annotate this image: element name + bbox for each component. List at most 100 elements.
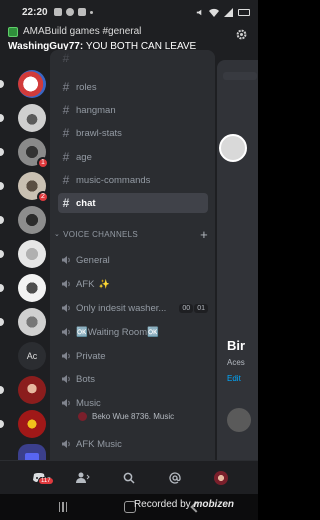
nav-search[interactable] [120,469,138,487]
server-icon[interactable]: Ac [18,342,46,370]
nav-mentions[interactable] [166,469,184,487]
voice-channel-item[interactable]: 🆗Waiting Room🆗 [58,322,208,342]
server-avatar [18,274,46,302]
message-placeholder [223,72,257,80]
nav-profile[interactable] [212,469,230,487]
voice-channel-item[interactable]: AFK ✨ [58,274,208,294]
speaker-icon [58,279,74,289]
speaker-icon [58,374,74,384]
channel-name: General [76,254,110,266]
hash-icon: # [62,150,70,164]
channel-list: # # roles # hangman # brawl-stats # age … [50,50,215,460]
notification-source: AMABuild games #general [23,26,142,37]
unread-indicator [0,386,4,394]
server-avatar [18,206,46,234]
server-avatar: Ac [18,342,46,370]
unread-indicator [0,216,4,224]
channel-item[interactable]: # roles [58,77,208,97]
server-icon[interactable] [0,308,46,336]
unread-indicator [0,114,4,122]
channel-name: 🆗Waiting Room🆗 [76,326,159,338]
channel-item[interactable]: # age [58,147,208,167]
speaker-icon [58,303,74,313]
hash-icon: # [62,173,70,187]
watermark-prefix: Recorded by [133,499,191,510]
voice-category-header[interactable]: ⌄ VOICE CHANNELS + [54,226,212,242]
channel-name: Private [76,350,106,362]
server-icon[interactable] [0,240,46,268]
watermark-brand: mobizen [193,499,234,510]
voice-channel-item[interactable]: AFK Music [58,434,208,454]
mute-icon [196,9,202,15]
unread-indicator [0,284,4,292]
list-fade [50,50,215,72]
channel-item[interactable]: # hangman [58,100,208,120]
voice-member[interactable]: Beko Wue 8736. Music [78,412,174,421]
chat-preview-panel[interactable]: Bir Aces Edit [217,60,258,460]
mention-badge: 2 [37,191,49,203]
server-icon[interactable] [0,410,46,438]
voice-channel-item[interactable]: Only indesit washer... 00 01 [58,298,208,318]
preview-title: Bir [227,338,246,353]
unread-indicator [0,250,4,258]
speaker-icon [58,439,74,449]
hash-icon: # [62,126,70,140]
speaker-icon [58,327,74,337]
voice-channel-item[interactable]: Private [58,346,208,366]
recent-apps-button[interactable] [58,502,68,512]
status-bar: 22:20 [0,0,258,24]
server-icon[interactable] [0,104,46,132]
server-icon[interactable] [0,70,46,98]
speaker-icon [58,351,74,361]
server-icon[interactable]: 1 [0,138,49,169]
category-label: VOICE CHANNELS [63,229,139,239]
server-avatar [18,308,46,336]
nav-home[interactable]: 117 [30,469,54,487]
server-avatar [18,410,46,438]
channel-name: Bots [76,373,96,385]
hash-icon: # [62,80,70,94]
friends-icon [76,472,90,483]
channel-item[interactable]: # brawl-stats [58,123,208,143]
discord-mobile-screen: 22:20 AMABuild games #general WashingGuy… [0,0,258,520]
sparkle-emoji: ✨ [98,278,110,289]
server-avatar [18,70,46,98]
server-avatar [18,104,46,132]
channel-item-active[interactable]: # chat [58,193,208,213]
unread-indicator [0,420,4,428]
status-right-icons [195,7,250,17]
nav-friends[interactable] [74,469,92,487]
preview-link[interactable]: Edit [227,374,241,383]
wifi-icon [209,8,219,17]
voice-channel-item[interactable]: Music [58,393,208,413]
voice-channel-item[interactable]: Bots [58,369,208,389]
mention-badge: 117 [38,477,54,485]
voice-channel-item[interactable]: General [58,250,208,270]
server-icon[interactable] [0,206,46,234]
preview-subtitle: Aces [227,358,245,367]
avatar [78,412,87,421]
channel-name: chat [76,197,96,209]
server-icon[interactable] [0,274,46,302]
channel-name: Music [76,397,101,409]
channel-name: age [76,151,92,163]
unread-indicator [0,80,4,88]
member-name: Beko Wue 8736. Music [92,412,175,421]
add-channel-icon[interactable]: + [200,227,208,242]
user-limit-counter: 00 01 [179,303,208,313]
discord-icon [65,8,74,16]
avatar [214,471,228,485]
chevron-down-icon: ⌄ [54,231,61,238]
avatar [227,408,251,432]
unread-indicator [0,182,4,190]
user-avatar[interactable] [219,134,247,162]
channel-name: Only indesit washer... [76,302,167,314]
status-time: 22:20 [22,6,48,18]
gear-icon[interactable] [235,28,248,41]
server-icon[interactable]: 2 [0,172,49,203]
hash-icon: # [62,103,70,117]
speaker-icon [58,398,74,408]
channel-item[interactable]: # music-commands [58,170,208,190]
server-icon[interactable] [0,376,46,404]
bottom-navigation: 117 [0,460,258,494]
